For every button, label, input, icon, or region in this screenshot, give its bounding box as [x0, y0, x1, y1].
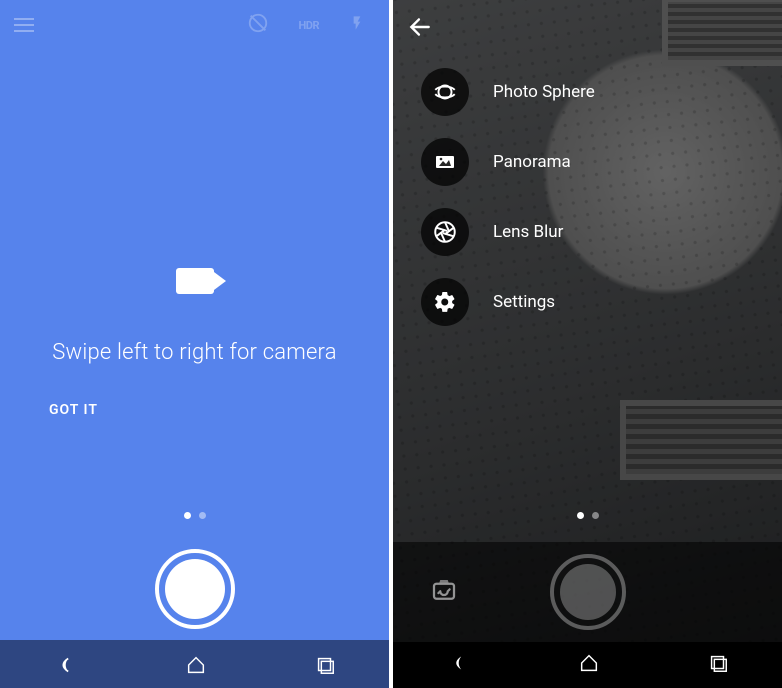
menu-item-label: Photo Sphere — [493, 82, 595, 102]
nav-recent-icon[interactable] — [314, 654, 336, 676]
back-arrow-icon[interactable] — [407, 14, 435, 42]
onboarding-screen: HDR Swipe left to right for camera GOT I… — [0, 0, 389, 688]
panorama-icon — [421, 138, 469, 186]
android-navbar — [393, 642, 782, 688]
aperture-icon — [421, 208, 469, 256]
menu-item-label: Lens Blur — [493, 222, 563, 242]
page-indicator — [577, 512, 599, 519]
shutter-button[interactable] — [550, 554, 626, 630]
page-dot — [577, 512, 584, 519]
page-indicator — [184, 512, 206, 519]
menu-item-photo-sphere[interactable]: Photo Sphere — [421, 68, 595, 116]
nav-home-icon[interactable] — [185, 654, 207, 676]
mode-menu: Photo Sphere Panorama — [421, 68, 595, 326]
page-dot — [184, 512, 191, 519]
nav-home-icon[interactable] — [578, 652, 600, 678]
photo-sphere-icon — [421, 68, 469, 116]
nav-recent-icon[interactable] — [707, 652, 729, 678]
menu-item-settings[interactable]: Settings — [421, 278, 595, 326]
page-dot — [199, 512, 206, 519]
onboarding-message: Swipe left to right for camera — [0, 340, 389, 365]
menu-item-label: Settings — [493, 292, 555, 312]
camera-mode-menu-screen: Photo Sphere Panorama — [393, 0, 782, 688]
menu-item-lens-blur[interactable]: Lens Blur — [421, 208, 595, 256]
gear-icon — [421, 278, 469, 326]
timer-off-icon[interactable] — [247, 12, 269, 38]
menu-item-label: Panorama — [493, 152, 571, 172]
nav-back-icon[interactable] — [446, 650, 472, 680]
menu-item-panorama[interactable]: Panorama — [421, 138, 595, 186]
flash-icon[interactable] — [349, 12, 365, 38]
got-it-button[interactable]: GOT IT — [49, 402, 98, 418]
hdr-icon[interactable]: HDR — [299, 19, 319, 32]
switch-camera-icon[interactable] — [429, 575, 459, 609]
page-dot — [592, 512, 599, 519]
shutter-button[interactable] — [154, 548, 236, 630]
nav-back-icon[interactable] — [53, 652, 79, 678]
video-icon — [176, 268, 214, 294]
hamburger-menu-icon[interactable] — [14, 14, 34, 36]
android-navbar — [0, 642, 389, 688]
camera-top-options: HDR — [247, 12, 365, 38]
shutter-bar — [393, 542, 782, 642]
